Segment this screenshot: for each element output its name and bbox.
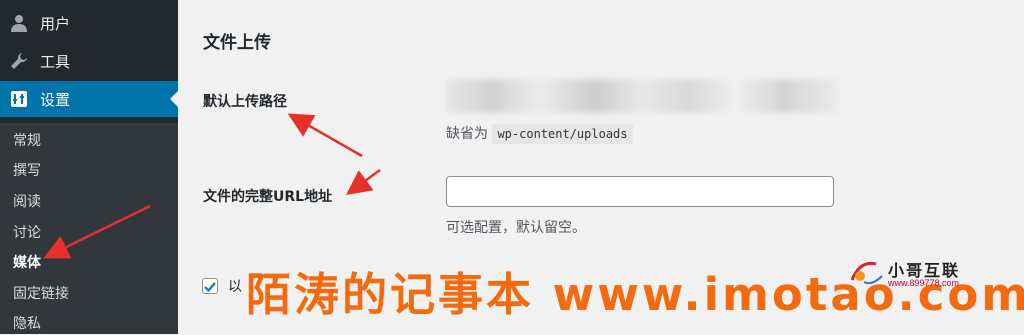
full-url-description: 可选配置，默认留空。 xyxy=(446,220,586,236)
logo-mark-icon xyxy=(850,261,883,285)
settings-icon xyxy=(11,91,27,107)
settings-submenu: 常规 撰写 阅读 讨论 媒体 固定链接 隐私 xyxy=(0,123,178,334)
submenu-item-general[interactable]: 常规 xyxy=(13,130,41,152)
submenu-item-writing[interactable]: 撰写 xyxy=(13,160,41,182)
user-icon xyxy=(11,15,27,32)
upload-path-input-blurred[interactable] xyxy=(446,79,838,113)
submenu-item-reading[interactable]: 阅读 xyxy=(13,191,41,213)
submenu-item-permalinks[interactable]: 固定链接 xyxy=(13,283,69,305)
submenu-item-privacy[interactable]: 隐私 xyxy=(13,313,41,335)
menu-item-tools[interactable]: 工具 xyxy=(0,43,178,79)
logo-subtitle: www.899778.com xyxy=(888,278,960,288)
upload-path-default-prefix: 缺省为 xyxy=(446,126,488,142)
menu-item-tools-label: 工具 xyxy=(40,52,71,71)
upload-path-description: 缺省为 wp-content/uploads xyxy=(446,123,633,144)
organize-uploads-checkbox[interactable] xyxy=(202,278,218,294)
current-menu-caret xyxy=(170,91,178,107)
upload-path-label: 默认上传路径 xyxy=(203,94,287,110)
menu-item-settings-label: 设置 xyxy=(40,90,71,109)
upload-path-default-code: wp-content/uploads xyxy=(492,124,633,144)
admin-sidebar: 用户 工具 设置 常规 撰写 阅读 讨论 媒体 固定链接 隐私 xyxy=(0,0,178,334)
section-title: 文件上传 xyxy=(203,33,271,53)
full-url-label: 文件的完整URL地址 xyxy=(203,189,333,205)
arrow-to-upload-path xyxy=(287,113,363,158)
submenu-item-media[interactable]: 媒体 xyxy=(13,252,41,274)
full-url-input[interactable] xyxy=(446,176,834,207)
menu-item-settings[interactable]: 设置 xyxy=(0,81,178,117)
checkmark-icon xyxy=(204,282,216,293)
submenu-item-discussion[interactable]: 讨论 xyxy=(13,222,41,244)
menu-item-users[interactable]: 用户 xyxy=(0,5,178,41)
menu-item-users-label: 用户 xyxy=(40,14,71,33)
organize-uploads-label: 以 xyxy=(228,279,242,295)
arrow-to-full-url xyxy=(345,168,381,195)
wrench-icon xyxy=(11,53,27,69)
